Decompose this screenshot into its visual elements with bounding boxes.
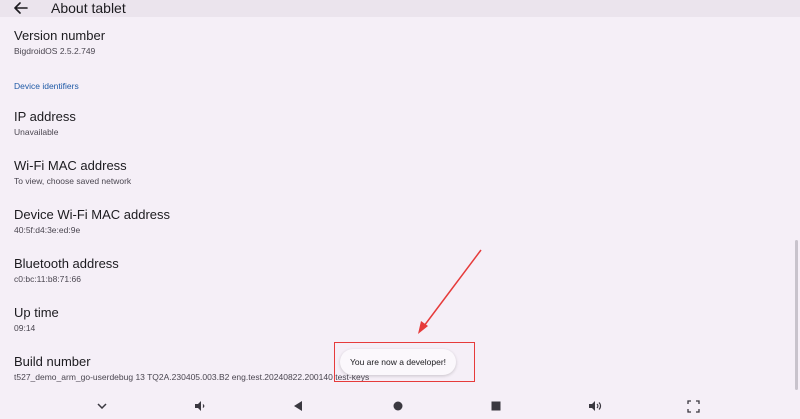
navigation-bar — [0, 393, 800, 419]
home-circle-icon[interactable] — [388, 393, 408, 419]
screenshot-icon[interactable] — [683, 393, 703, 419]
recents-square-icon[interactable] — [486, 393, 506, 419]
chevron-down-icon[interactable] — [92, 393, 112, 419]
volume-up-icon[interactable] — [585, 393, 605, 419]
back-triangle-icon[interactable] — [288, 393, 308, 419]
volume-down-icon[interactable] — [190, 393, 210, 419]
annotation-arrow — [418, 249, 482, 334]
